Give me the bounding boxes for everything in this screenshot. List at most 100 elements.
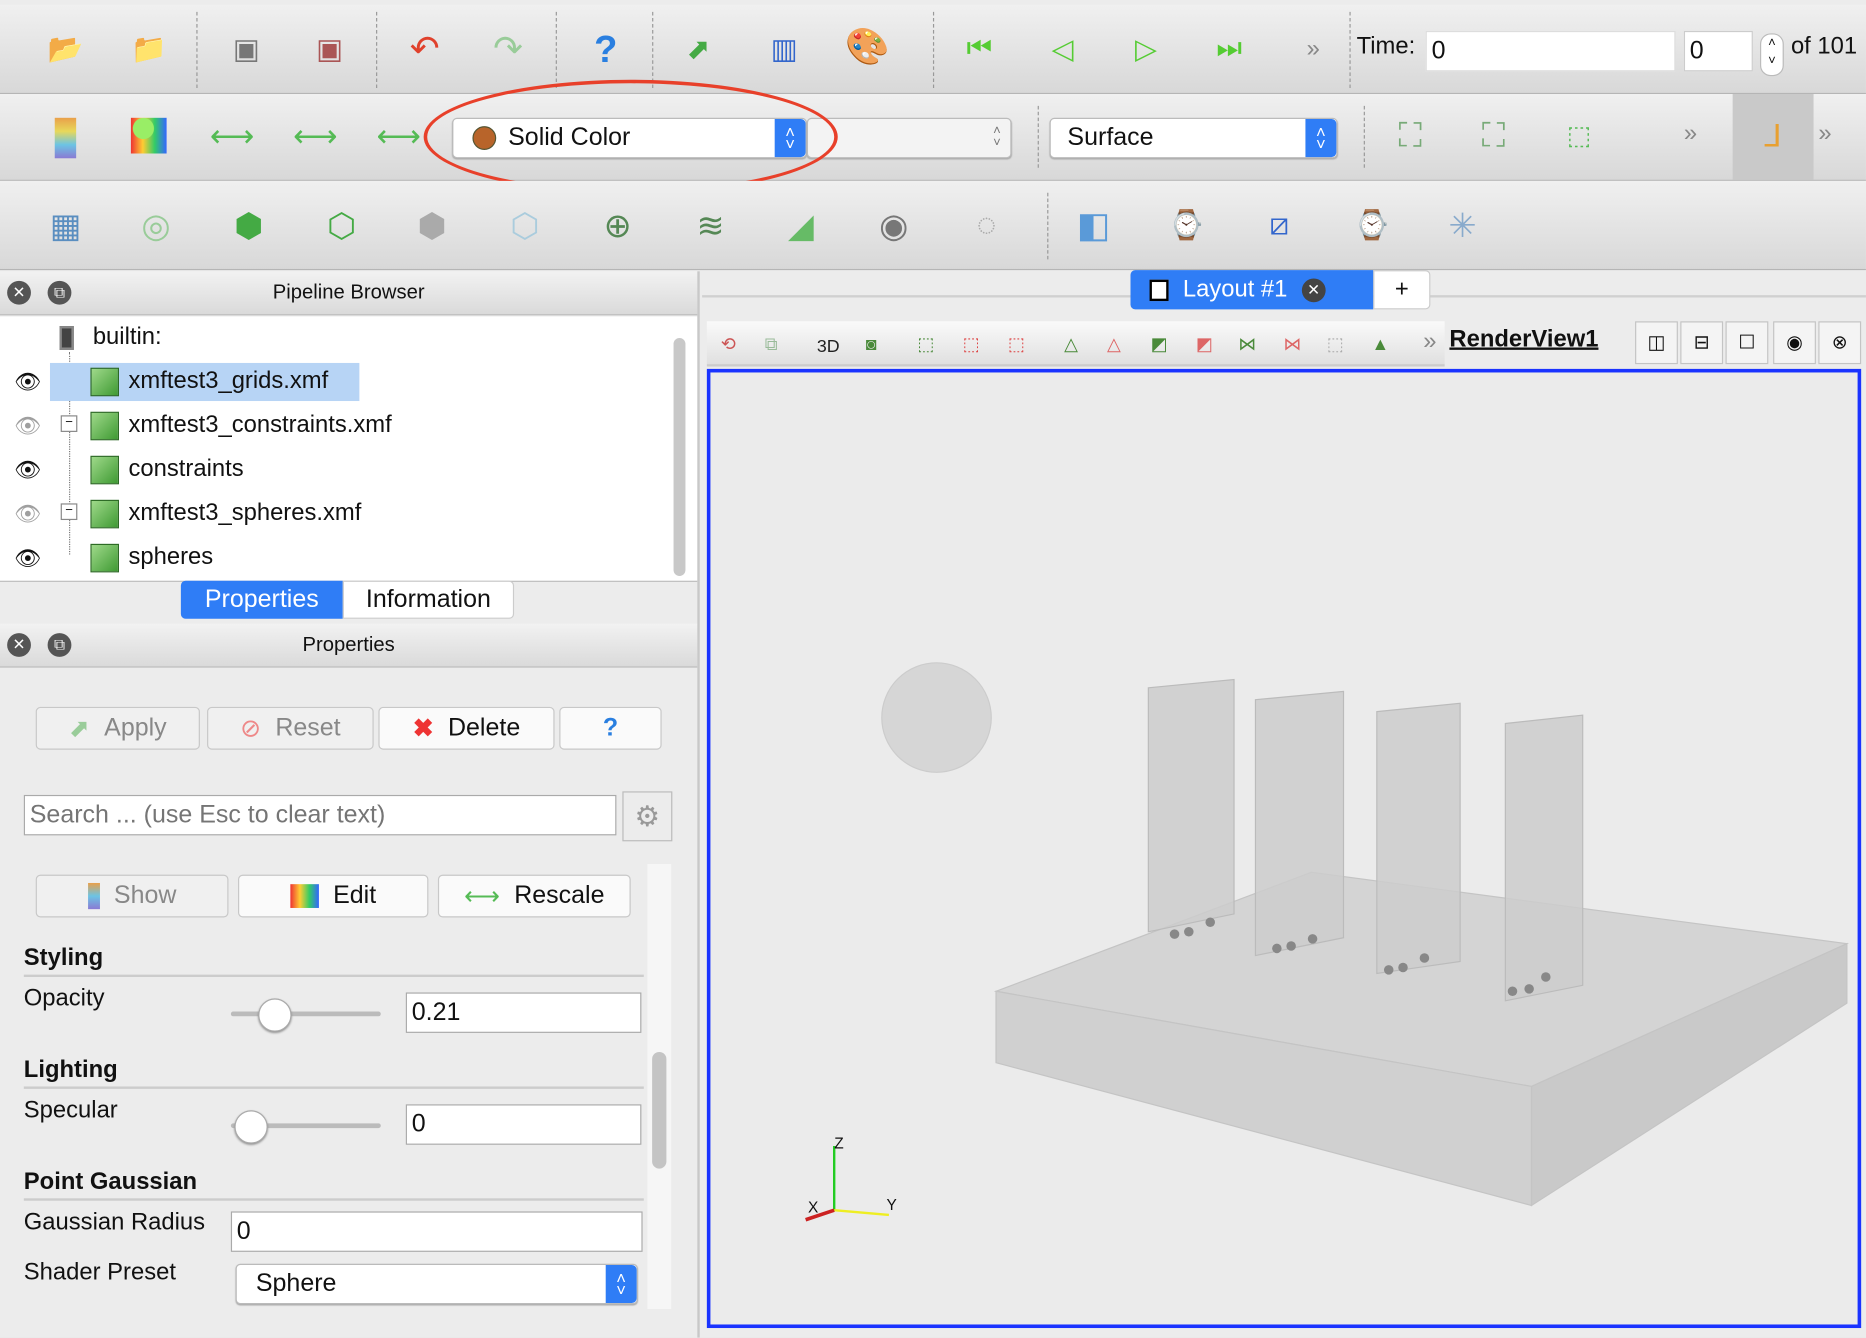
toggle-color-legend-icon[interactable] xyxy=(54,117,77,159)
properties-search-input[interactable] xyxy=(23,794,617,836)
opacity-slider-handle[interactable] xyxy=(258,998,293,1032)
help-icon[interactable]: ? xyxy=(585,27,625,70)
grow-selection-icon[interactable]: ⋈ xyxy=(1233,331,1262,357)
plot-data-over-time-icon[interactable]: ⌚ xyxy=(1352,205,1392,245)
render-view-canvas[interactable]: Z Y X xyxy=(706,368,1862,1329)
glyph-icon[interactable]: ⊕ xyxy=(597,205,637,245)
undock-icon[interactable]: ⧉ xyxy=(47,633,72,657)
tree-row[interactable]: 👁 constraints xyxy=(0,449,666,492)
collapse-icon[interactable]: − xyxy=(60,503,78,521)
stream-tracer-icon[interactable]: ≋ xyxy=(690,205,730,245)
redo-icon[interactable]: ↷ xyxy=(488,29,528,69)
axes-grid-button[interactable]: ⅃ xyxy=(1732,94,1814,180)
timestep-spinner[interactable]: ˄ ˅ xyxy=(1760,33,1784,77)
opacity-input[interactable]: 0.21 xyxy=(405,992,642,1033)
first-frame-icon[interactable]: ⏮ xyxy=(959,29,999,69)
eye-visible-icon[interactable]: 👁 xyxy=(14,546,41,571)
shader-preset-select[interactable]: Sphere ˄ ˅ xyxy=(235,1263,638,1305)
split-vertical-button[interactable]: ⊟ xyxy=(1680,321,1724,365)
toolbar-overflow-button[interactable]: » xyxy=(1307,36,1320,63)
find-data-icon[interactable]: ◧ xyxy=(1073,205,1113,245)
select-points-through-icon[interactable]: △ xyxy=(1057,331,1086,357)
play-icon[interactable]: ▷ xyxy=(1126,29,1166,69)
time-input[interactable]: 0 xyxy=(1425,30,1676,72)
render-toolbar-overflow[interactable]: » xyxy=(1423,328,1436,355)
rescale-visible-range-icon[interactable]: ⟷ xyxy=(376,115,420,155)
tree-row[interactable]: 👁 spheres xyxy=(0,537,666,580)
color-palette-icon[interactable]: 🎨 xyxy=(845,26,889,66)
collapse-icon[interactable]: − xyxy=(60,415,78,432)
restore-button[interactable]: ◉ xyxy=(1773,321,1816,365)
reset-camera-orientation-icon[interactable]: ⟲ xyxy=(714,331,743,357)
reset-camera-closest-icon[interactable]: ⛶ xyxy=(1473,115,1513,155)
help-button[interactable]: ? xyxy=(559,706,662,750)
close-icon[interactable]: ✕ xyxy=(7,633,31,657)
tab-information[interactable]: Information xyxy=(342,580,515,619)
extract-subset-icon[interactable]: ⬡ xyxy=(505,205,545,245)
close-view-button[interactable]: ⊗ xyxy=(1818,321,1862,365)
select-polygon-cells-icon[interactable]: △ xyxy=(1100,331,1129,357)
contour-icon[interactable]: ◎ xyxy=(136,205,176,245)
save-screenshot-icon[interactable]: ▥ xyxy=(764,29,804,69)
render-view-name[interactable]: RenderView1 xyxy=(1449,326,1598,353)
calculator-icon[interactable]: ▦ xyxy=(45,205,85,245)
plot-over-line-icon[interactable]: ⧄ xyxy=(1259,205,1299,245)
maximize-button[interactable]: ☐ xyxy=(1725,321,1769,365)
shrink-selection-icon[interactable]: ⋈ xyxy=(1278,331,1307,357)
close-tab-icon[interactable]: ✕ xyxy=(1301,277,1326,302)
tab-properties[interactable]: Properties xyxy=(180,580,343,619)
timestep-input[interactable]: 0 xyxy=(1683,30,1753,72)
tree-row-builtin[interactable]: builtin: xyxy=(0,317,666,360)
plot-selection-over-time-icon[interactable]: ⌚ xyxy=(1166,205,1206,245)
eye-visible-icon[interactable]: 👁 xyxy=(14,370,41,395)
advanced-gear-button[interactable]: ⚙ xyxy=(622,791,673,842)
warp-by-vector-icon[interactable]: ◢ xyxy=(781,205,821,245)
close-icon[interactable]: ✕ xyxy=(7,280,31,305)
show-color-legend-button[interactable]: Show xyxy=(35,874,229,918)
zoom-to-box-icon[interactable]: ⬚ xyxy=(1559,115,1599,155)
extract-level-icon[interactable]: ◌ xyxy=(966,205,1006,245)
tree-row[interactable]: 👁 − xmftest3_spheres.xmf xyxy=(0,493,666,536)
eye-hidden-icon[interactable]: 👁 xyxy=(14,502,41,527)
specular-input[interactable]: 0 xyxy=(405,1104,642,1145)
rescale-button[interactable]: ⟷ Rescale xyxy=(437,874,631,918)
open-icon[interactable]: 📂 xyxy=(45,29,85,69)
hover-points-icon[interactable]: ▲ xyxy=(1366,331,1395,357)
previous-frame-icon[interactable]: ◁ xyxy=(1042,29,1082,69)
representation-select[interactable]: Surface ˄ ˅ xyxy=(1049,117,1338,159)
load-state-icon[interactable]: 📁 xyxy=(129,29,169,69)
select-cells-on-icon[interactable]: ⬚ xyxy=(912,331,941,357)
apply-button[interactable]: ⬈ Apply xyxy=(35,706,200,750)
connect-icon[interactable]: ▣ xyxy=(226,29,266,69)
tab-layout-1[interactable]: Layout #1 ✕ xyxy=(1130,270,1374,310)
specular-slider-handle[interactable] xyxy=(234,1110,268,1144)
gaussian-radius-input[interactable]: 0 xyxy=(230,1211,643,1252)
reset-button[interactable]: ⊘ Reset xyxy=(207,706,374,750)
tree-row[interactable]: 👁 − xmftest3_constraints.xmf xyxy=(0,405,666,448)
save-data-icon[interactable]: ⬈ xyxy=(678,29,718,69)
next-frame-icon[interactable]: ⏭ xyxy=(1209,29,1249,69)
eye-hidden-icon[interactable]: 👁 xyxy=(14,414,41,439)
delete-button[interactable]: ✖ Delete xyxy=(378,706,555,750)
select-blocks-icon[interactable]: ◩ xyxy=(1145,331,1174,357)
opacity-slider-track[interactable] xyxy=(230,1011,381,1017)
split-horizontal-button[interactable]: ◫ xyxy=(1635,321,1678,365)
toolbar-overflow-button[interactable]: » xyxy=(1684,120,1697,147)
splitter[interactable] xyxy=(697,271,700,1338)
undock-icon[interactable]: ⧉ xyxy=(47,280,72,305)
reset-camera-icon[interactable]: ⛶ xyxy=(1390,115,1430,155)
add-layout-tab-button[interactable]: + xyxy=(1373,270,1431,310)
rescale-data-range-icon[interactable]: ⟷ xyxy=(210,115,254,155)
slice-icon[interactable]: ⬡ xyxy=(321,205,361,245)
select-cells-through-icon[interactable]: ⬚ xyxy=(1002,331,1031,357)
interactive-select-icon[interactable]: ◩ xyxy=(1190,331,1219,357)
eye-visible-icon[interactable]: 👁 xyxy=(14,458,41,483)
edit-color-map-button[interactable]: Edit xyxy=(238,874,429,918)
properties-scrollbar[interactable] xyxy=(652,1051,667,1169)
tree-row[interactable]: 👁 xmftest3_grids.xmf xyxy=(0,361,666,404)
threshold-icon[interactable]: ⬢ xyxy=(412,205,452,245)
snowflake-icon[interactable]: ✳ xyxy=(1442,205,1482,245)
select-points-on-icon[interactable]: ⬚ xyxy=(957,331,986,357)
undo-icon[interactable]: ↶ xyxy=(405,29,445,69)
rescale-custom-range-icon[interactable]: ⟷ xyxy=(293,115,337,155)
